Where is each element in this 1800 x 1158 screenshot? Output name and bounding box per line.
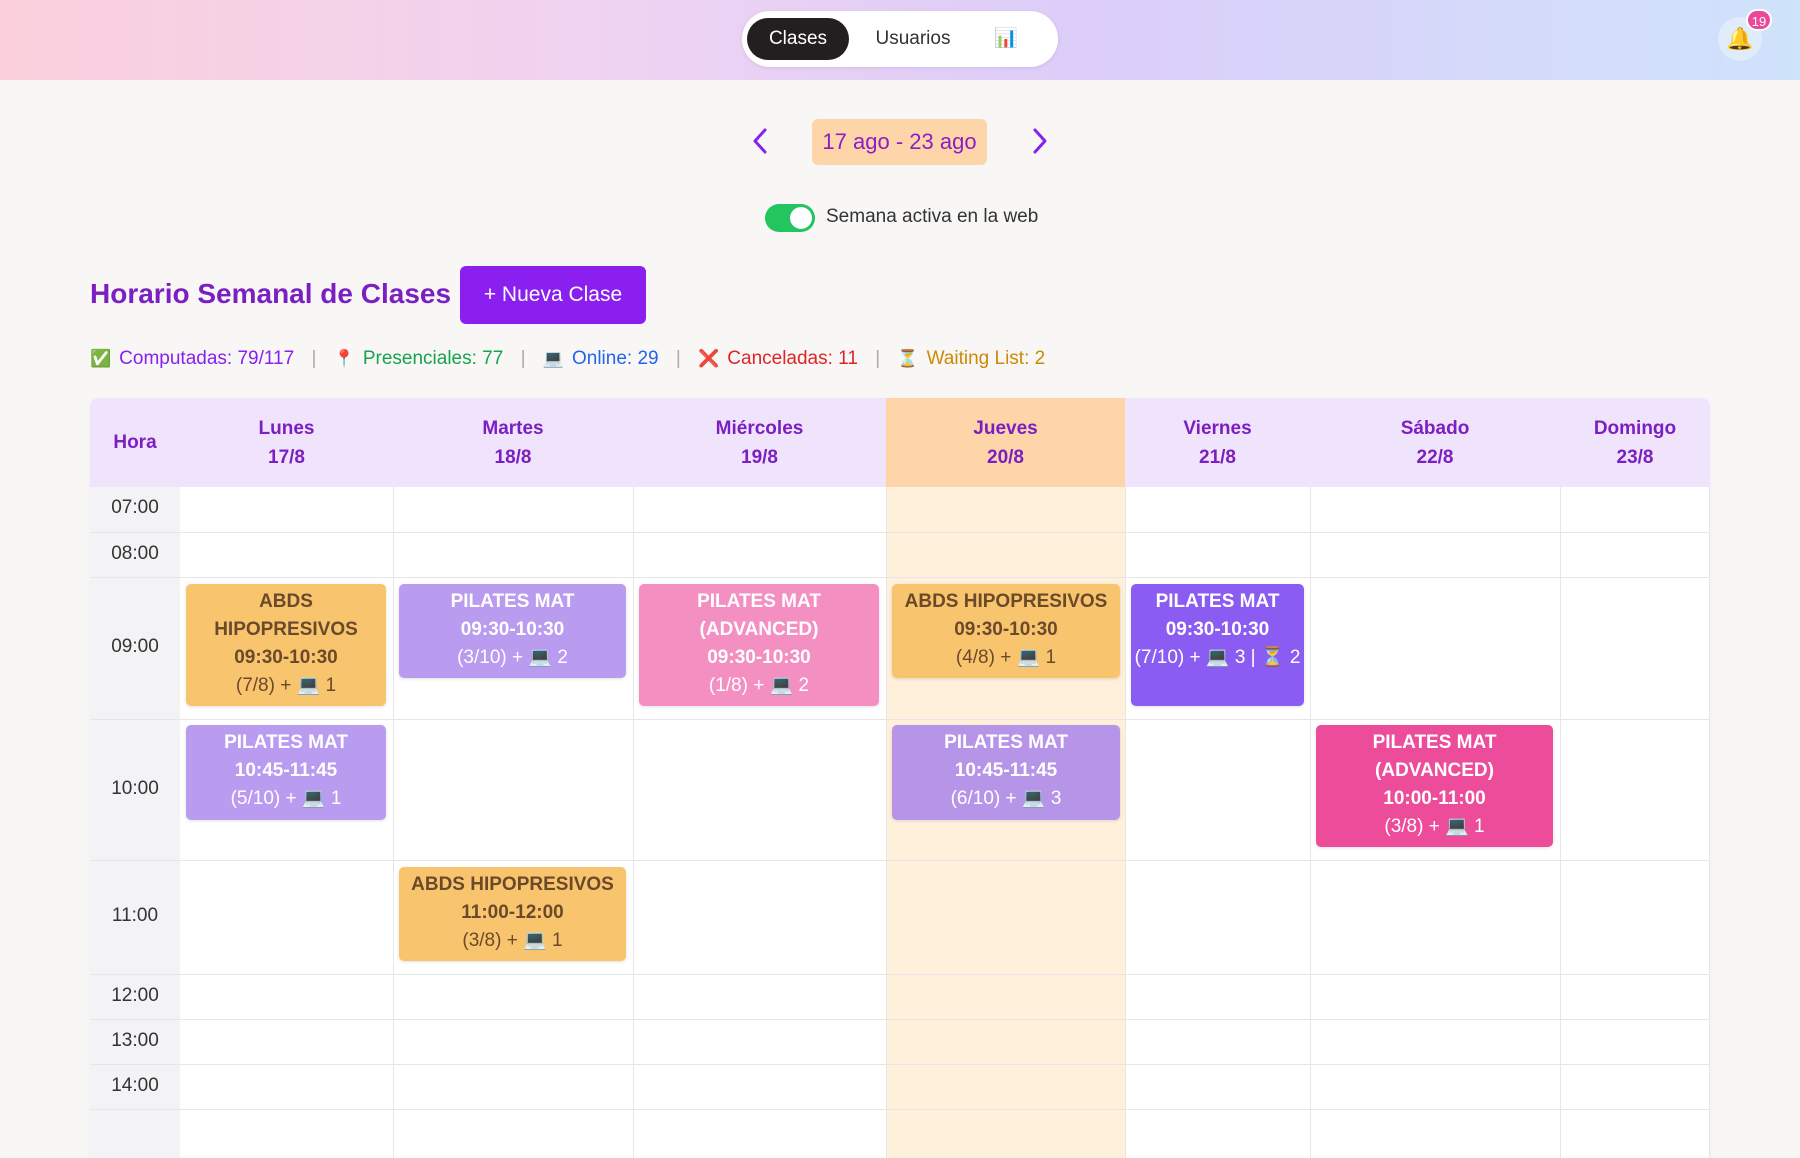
- main-nav: Clases Usuarios 📊: [742, 11, 1058, 67]
- class-event[interactable]: PILATES MAT (ADVANCED) 09:30-10:30 (1/8) +…: [639, 584, 879, 706]
- week-active-toggle[interactable]: [765, 204, 815, 232]
- class-event[interactable]: PILATES MAT 09:30-10:30 (3/10) + 💻 2: [399, 584, 626, 678]
- bar-chart-icon: 📊: [994, 28, 1018, 49]
- day-header-sabado: Sábado 22/8: [1400, 418, 1470, 468]
- chevron-left-icon: [753, 128, 767, 154]
- stat-presenciales: Presenciales: 77: [362, 348, 504, 369]
- hour-label: 10:00: [111, 778, 159, 799]
- hour-label: 09:00: [111, 636, 159, 657]
- next-week-button[interactable]: [1024, 124, 1054, 158]
- week-active-label: Semana activa en la web: [826, 206, 1039, 227]
- day-header-domingo: Domingo 23/8: [1593, 418, 1677, 468]
- top-bar: Clases Usuarios 📊 🔔 19: [0, 0, 1800, 80]
- hour-column: [90, 487, 180, 1158]
- toggle-knob: [790, 207, 812, 229]
- stat-canceladas: Canceladas: 11: [727, 348, 858, 369]
- notification-count-badge: 19: [1746, 9, 1772, 31]
- class-event[interactable]: ABDS HIPOPRESIVOS 11:00-12:00 (3/8) + 💻 1: [399, 867, 626, 961]
- check-icon: ✅: [90, 349, 112, 368]
- bell-icon: 🔔: [1726, 26, 1754, 51]
- class-event[interactable]: ABDS HIPOPRESIVOS 09:30-10:30 (4/8) + 💻 1: [892, 584, 1120, 678]
- day-header-lunes: Lunes 17/8: [258, 418, 315, 468]
- tab-stats[interactable]: 📊: [976, 18, 1036, 60]
- tab-usuarios[interactable]: Usuarios: [858, 18, 968, 60]
- day-header-jueves: Jueves 20/8: [886, 398, 1125, 487]
- laptop-icon: 💻: [542, 349, 564, 368]
- stat-computadas: Computadas: 79/117: [119, 348, 295, 369]
- day-header-miercoles: Miércoles 19/8: [715, 418, 804, 468]
- class-event[interactable]: PILATES MAT (ADVANCED) 10:00-11:00 (3/8) +…: [1316, 725, 1553, 847]
- stat-online: Online: 29: [571, 348, 659, 369]
- tab-clases[interactable]: Clases: [747, 18, 849, 60]
- hour-label: 14:00: [111, 1075, 159, 1096]
- stat-waiting: Waiting List: 2: [926, 348, 1046, 369]
- class-event[interactable]: PILATES MAT 10:45-11:45 (5/10) + 💻 1: [186, 725, 386, 820]
- class-event[interactable]: PILATES MAT 10:45-11:45 (6/10) + 💻 3: [892, 725, 1120, 820]
- class-event[interactable]: PILATES MAT 09:30-10:30 (7/10) + 💻 3 | ⏳ 2: [1131, 584, 1304, 706]
- new-class-button[interactable]: + Nueva Clase: [460, 266, 646, 324]
- hour-label: 13:00: [111, 1030, 159, 1051]
- prev-week-button[interactable]: [746, 124, 776, 158]
- hour-header: Hora: [113, 432, 157, 453]
- hour-label: 07:00: [111, 497, 159, 518]
- cross-icon: ❌: [698, 349, 720, 368]
- pin-icon: 📍: [333, 349, 355, 368]
- hour-label: 08:00: [111, 543, 159, 564]
- hour-label: 12:00: [111, 985, 159, 1006]
- weekly-calendar: Hora Lunes 17/8 Martes 18/8 Miércoles 19/8 …: [90, 398, 1710, 1158]
- week-range-label[interactable]: 17 ago - 23 ago: [812, 119, 987, 165]
- hourglass-icon: ⏳: [897, 349, 919, 368]
- chevron-right-icon: [1033, 128, 1047, 154]
- stats-bar: ✅ Computadas: 79/117 | 📍 Presenciales: 77 …: [90, 348, 1046, 369]
- hour-label: 11:00: [111, 905, 159, 926]
- day-header-martes: Martes 18/8: [482, 418, 544, 468]
- day-header-viernes: Viernes 21/8: [1183, 418, 1252, 468]
- page-title: Horario Semanal de Clases: [90, 278, 452, 309]
- class-event[interactable]: ABDS HIPOPRESIVOS 09:30-10:30 (7/8) + 💻 1: [186, 584, 386, 706]
